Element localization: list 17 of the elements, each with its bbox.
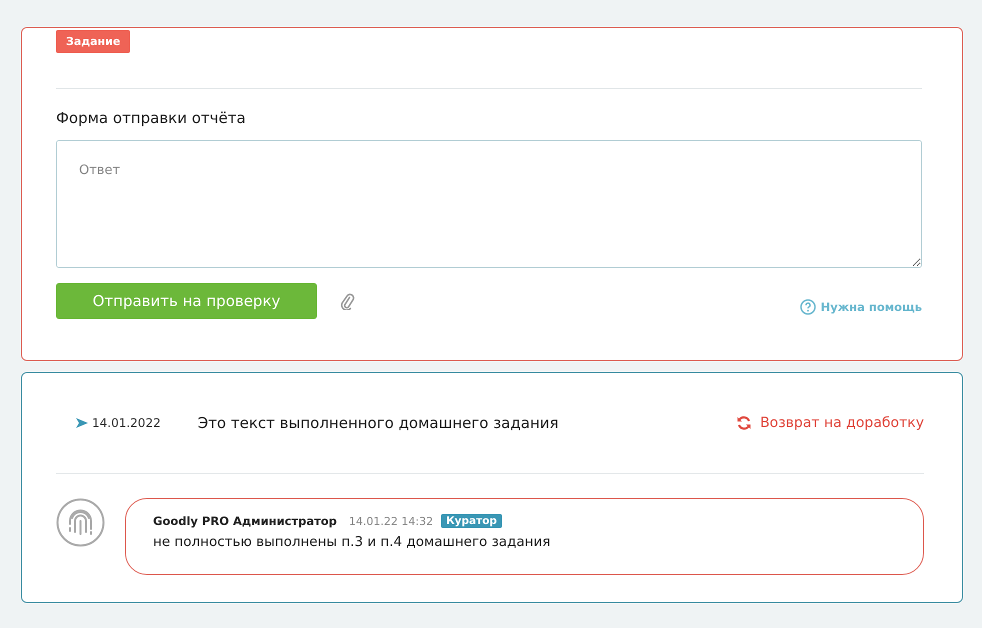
help-link[interactable]: Нужна помощь [800, 299, 922, 315]
comment-time: 14.01.22 14:32 [348, 514, 434, 528]
report-date: 14.01.2022 [92, 416, 161, 430]
report-text: Это текст выполненного домашнего задания [198, 414, 559, 432]
submit-button[interactable]: Отправить на проверку [56, 283, 317, 319]
send-icon [76, 417, 88, 429]
return-link[interactable]: Возврат на доработку [736, 415, 924, 431]
task-badge: Задание [56, 30, 130, 53]
paperclip-icon[interactable] [339, 292, 355, 310]
refresh-icon [736, 415, 752, 431]
answer-field[interactable]: Ответ [56, 140, 922, 268]
comment-text: не полностью выполнены п.3 и п.4 домашнего задания [153, 534, 552, 550]
role-badge: Куратор [441, 514, 502, 528]
avatar-icon [56, 498, 105, 547]
form-title: Форма отправки отчёта [56, 109, 247, 127]
help-icon [800, 299, 816, 315]
comment-author: Goodly PRO Администратор [153, 514, 337, 528]
